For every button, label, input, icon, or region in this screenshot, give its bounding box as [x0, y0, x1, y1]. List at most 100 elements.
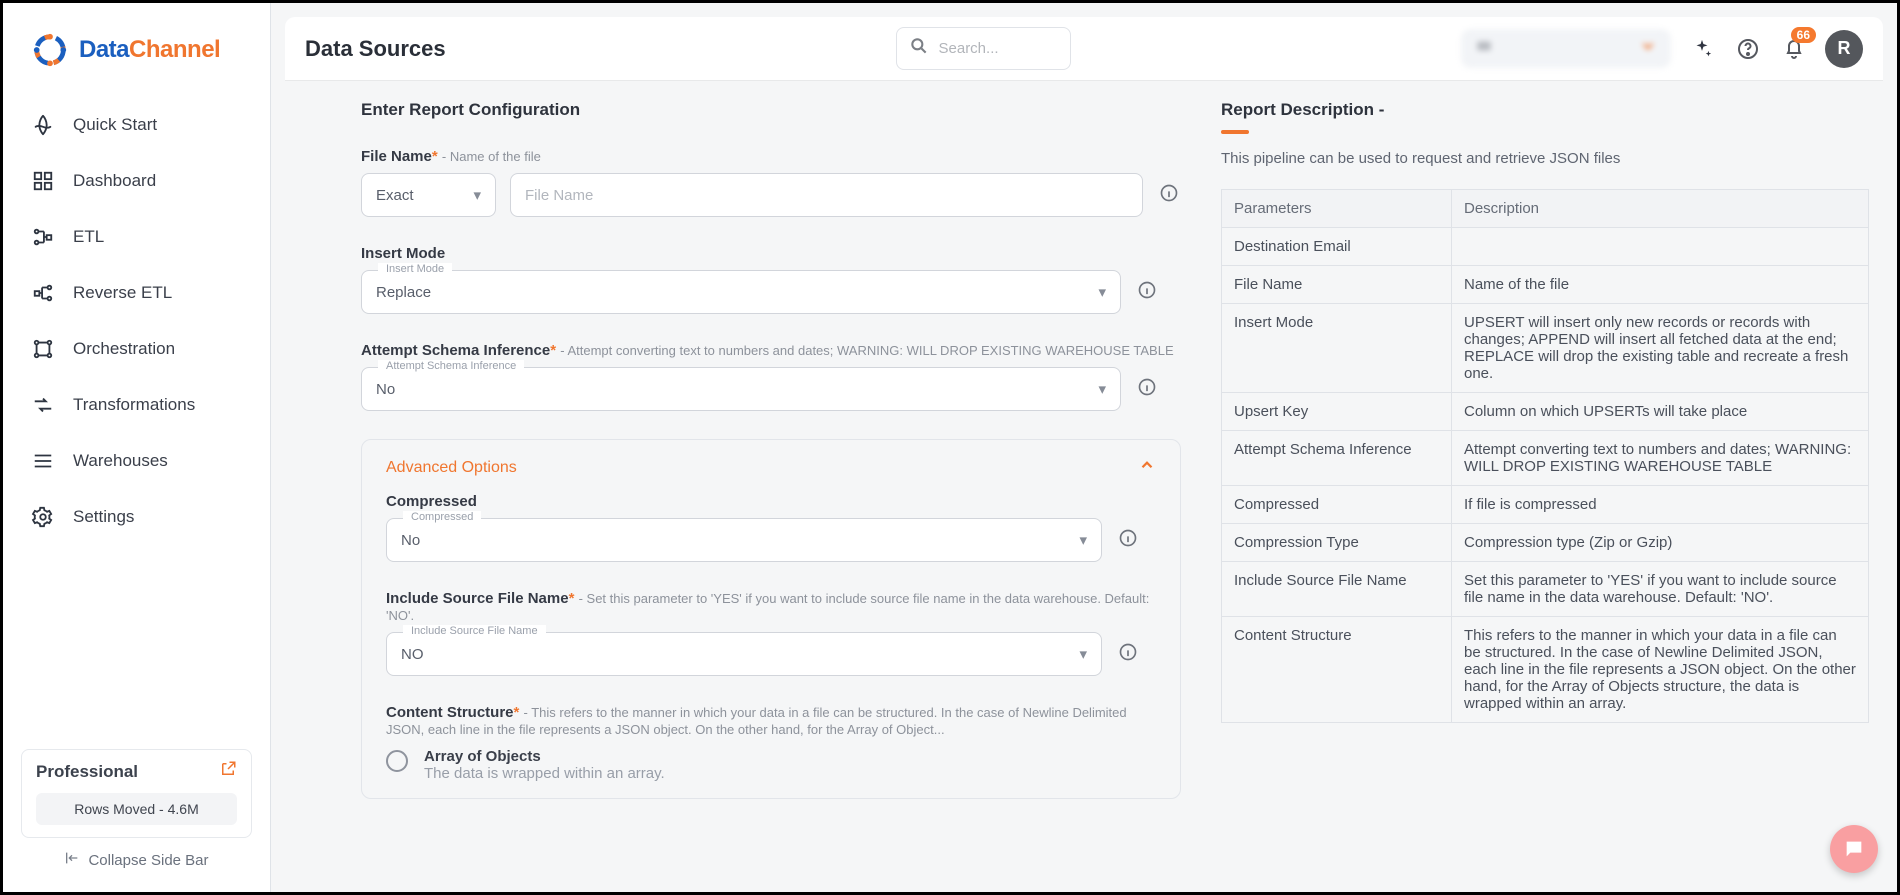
- schema-hint: - Attempt converting text to numbers and…: [560, 343, 1173, 358]
- plan-card: Professional Rows Moved - 4.6M: [21, 749, 252, 838]
- nav-orchestration[interactable]: Orchestration: [3, 321, 270, 377]
- schema-inference-select[interactable]: Attempt Schema Inference No ▾: [361, 367, 1121, 411]
- file-name-match-select[interactable]: Exact ▾: [361, 173, 496, 217]
- collapse-icon: [64, 850, 80, 870]
- include-src-label: Include Source File Name: [386, 590, 569, 607]
- param-name: Compressed: [1222, 486, 1452, 524]
- param-name: Include Source File Name: [1222, 562, 1452, 617]
- radio-array-of-objects[interactable]: Array of Objects The data is wrapped wit…: [386, 748, 1156, 782]
- table-row: Attempt Schema InferenceAttempt converti…: [1222, 431, 1869, 486]
- nav-settings[interactable]: Settings: [3, 489, 270, 545]
- topbar: Data Sources: [285, 17, 1883, 80]
- info-icon[interactable]: [1116, 528, 1140, 553]
- chevron-down-icon: ▾: [1098, 283, 1106, 301]
- nav-reverse-etl[interactable]: Reverse ETL: [3, 265, 270, 321]
- float-label: Insert Mode: [378, 263, 452, 275]
- param-name: File Name: [1222, 266, 1452, 304]
- param-desc: Column on which UPSERTs will take place: [1452, 393, 1869, 431]
- search-icon: [909, 36, 929, 61]
- include-src-select[interactable]: Include Source File Name NO ▾: [386, 632, 1102, 676]
- info-icon[interactable]: [1116, 642, 1140, 667]
- info-icon[interactable]: [1157, 183, 1181, 208]
- compressed-select[interactable]: Compressed No ▾: [386, 518, 1102, 562]
- nav-warehouses[interactable]: Warehouses: [3, 433, 270, 489]
- include-src-value: NO: [401, 646, 424, 663]
- file-name-hint: - Name of the file: [442, 149, 541, 164]
- table-row: Destination Email: [1222, 228, 1869, 266]
- collapse-label: Collapse Side Bar: [88, 852, 208, 869]
- help-icon[interactable]: [1733, 34, 1763, 64]
- nav-label: Quick Start: [73, 115, 157, 135]
- float-label: Include Source File Name: [403, 625, 546, 637]
- insert-mode-label: Insert Mode: [361, 245, 445, 262]
- table-row: Include Source File NameSet this paramet…: [1222, 562, 1869, 617]
- sparkle-icon[interactable]: [1687, 34, 1717, 64]
- plan-name: Professional: [36, 762, 138, 782]
- param-desc: Compression type (Zip or Gzip): [1452, 524, 1869, 562]
- param-name: Content Structure: [1222, 617, 1452, 723]
- nodes-icon: [31, 337, 55, 361]
- compressed-value: No: [401, 532, 420, 549]
- external-link-icon[interactable]: [219, 760, 237, 783]
- advanced-title: Advanced Options: [386, 459, 517, 477]
- transform-icon: [31, 393, 55, 417]
- nav-label: Transformations: [73, 395, 195, 415]
- field-insert-mode: Insert Mode Insert Mode Replace ▾: [361, 245, 1181, 314]
- field-schema-inference: Attempt Schema Inference* - Attempt conv…: [361, 342, 1181, 411]
- advanced-toggle[interactable]: Advanced Options: [386, 456, 1156, 479]
- info-icon[interactable]: [1135, 280, 1159, 305]
- param-name: Compression Type: [1222, 524, 1452, 562]
- info-icon[interactable]: [1135, 377, 1159, 402]
- flow-icon: [31, 225, 55, 249]
- search-input-wrap[interactable]: [896, 27, 1071, 70]
- gear-icon: [31, 505, 55, 529]
- table-row: Content StructureThis refers to the mann…: [1222, 617, 1869, 723]
- brand-text: DataChannel: [79, 36, 220, 64]
- match-mode-value: Exact: [376, 187, 414, 204]
- avatar[interactable]: R: [1825, 30, 1863, 68]
- brand-logo: DataChannel: [3, 3, 270, 89]
- layers-icon: [31, 449, 55, 473]
- nav-label: ETL: [73, 227, 104, 247]
- table-row: CompressedIf file is compressed: [1222, 486, 1869, 524]
- file-name-input[interactable]: File Name: [510, 173, 1143, 217]
- advanced-options: Advanced Options Compressed Compressed: [361, 439, 1181, 799]
- file-name-label: File Name: [361, 148, 432, 165]
- field-content-structure: Content Structure* - This refers to the …: [386, 704, 1156, 782]
- nav-transformations[interactable]: Transformations: [3, 377, 270, 433]
- col-description: Description: [1452, 190, 1869, 228]
- chevron-down-icon: ▾: [1079, 645, 1087, 663]
- notifications-button[interactable]: 66: [1779, 34, 1809, 64]
- report-description: Report Description - This pipeline can b…: [1221, 100, 1869, 892]
- compressed-label: Compressed: [386, 493, 477, 510]
- param-desc: Attempt converting text to numbers and d…: [1452, 431, 1869, 486]
- notifications-badge: 66: [1791, 27, 1816, 43]
- float-label: Compressed: [403, 511, 481, 523]
- workspace-selector[interactable]: [1461, 29, 1671, 68]
- schema-value: No: [376, 381, 395, 398]
- param-name: Insert Mode: [1222, 304, 1452, 393]
- field-compressed: Compressed Compressed No ▾: [386, 493, 1156, 562]
- chevron-up-icon: [1138, 456, 1156, 479]
- chevron-down-icon: ▾: [473, 186, 481, 204]
- content-structure-label: Content Structure: [386, 704, 514, 721]
- nav-quick-start[interactable]: Quick Start: [3, 97, 270, 153]
- nav-dashboard[interactable]: Dashboard: [3, 153, 270, 209]
- nav-label: Orchestration: [73, 339, 175, 359]
- nav-etl[interactable]: ETL: [3, 209, 270, 265]
- accent-bar: [1221, 130, 1249, 134]
- param-name: Destination Email: [1222, 228, 1452, 266]
- chat-fab[interactable]: [1830, 825, 1878, 873]
- insert-mode-select[interactable]: Insert Mode Replace ▾: [361, 270, 1121, 314]
- collapse-sidebar[interactable]: Collapse Side Bar: [21, 838, 252, 878]
- reverse-flow-icon: [31, 281, 55, 305]
- nav-label: Reverse ETL: [73, 283, 172, 303]
- report-config-form: Enter Report Configuration File Name* - …: [361, 100, 1181, 892]
- search-input[interactable]: [937, 39, 1058, 58]
- chevron-down-icon: ▾: [1098, 380, 1106, 398]
- param-name: Upsert Key: [1222, 393, 1452, 431]
- grid-icon: [31, 169, 55, 193]
- chevron-down-icon: ▾: [1079, 531, 1087, 549]
- desc-title: Report Description -: [1221, 100, 1869, 120]
- radio-subtitle: The data is wrapped within an array.: [424, 765, 665, 782]
